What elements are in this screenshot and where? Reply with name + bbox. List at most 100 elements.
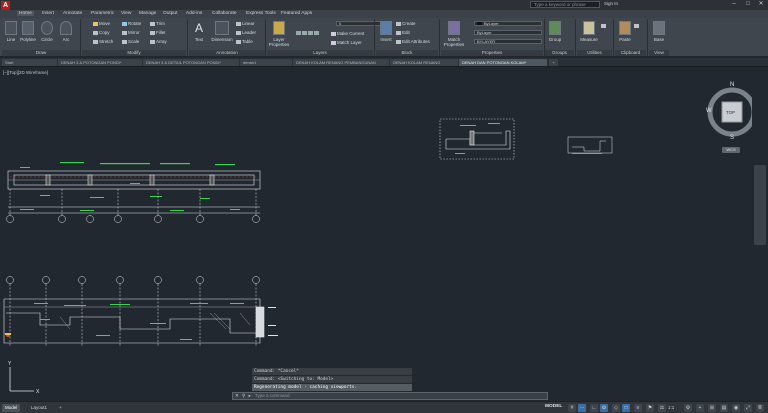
tab-insert[interactable]: Insert [42,11,54,16]
fillet-button[interactable]: Fillet [150,30,166,35]
file-tab[interactable]: DENAH KOLAM RENANG [390,59,458,66]
make-current-button[interactable]: Make Current [331,31,364,36]
wcs-menu[interactable]: WCS [722,147,740,153]
snap-icon[interactable]: ⋯ [578,404,586,412]
layer-off-icon[interactable] [296,30,301,35]
match-layer-button[interactable]: Match Layer [331,40,362,45]
leader-button[interactable]: Leader [236,30,256,35]
move-button[interactable]: Move [93,21,110,26]
grid-icon[interactable]: # [568,404,576,412]
file-tab-active[interactable]: DENAH DAN POTONGAN KOLAM* [459,59,547,66]
match-properties-button[interactable]: Match Properties [442,20,466,47]
new-tab-button[interactable]: + [549,59,558,66]
tab-add-ins[interactable]: Add-ins [186,11,202,16]
tab-home[interactable]: Home [17,11,34,16]
mirror-button[interactable]: Mirror [122,30,140,35]
lineweight-dropdown[interactable]: BYLAYER [474,39,542,44]
tab-model[interactable]: Model [2,404,21,412]
tab-featured-apps[interactable]: Featured Apps [281,11,312,16]
add-icon[interactable]: + [696,404,704,412]
minimize-icon[interactable]: – [728,0,740,9]
tab-express-tools[interactable]: Express Tools [246,11,276,16]
copy-clip-icon[interactable] [634,23,640,28]
clipboard-panel-label[interactable]: Clipboard [615,50,646,56]
properties-panel-label[interactable]: Properties [441,50,543,56]
tab-manage[interactable]: Manage [139,11,156,16]
tab-annotate[interactable]: Annotate [63,11,82,16]
paste-button[interactable]: Paste [616,20,634,42]
close-icon[interactable]: ✕ [755,0,767,9]
fullscreen-icon[interactable]: ⤢ [744,404,752,412]
text-button[interactable]: A Text [190,20,208,42]
tab-output[interactable]: Output [163,11,177,16]
units-icon[interactable]: ⊞ [708,404,716,412]
compass-west[interactable]: W [706,108,712,114]
annotation-scale-value[interactable]: 1:1 [668,405,674,410]
osnap-icon[interactable]: □ [622,404,630,412]
customize-menu-icon[interactable]: ≣ [756,404,764,412]
linear-button[interactable]: Linear [236,21,255,26]
file-tab[interactable]: DENAH KOLAM RENANG PEMBANGUNAN [293,59,389,66]
arc-button[interactable]: Arc [57,20,75,42]
color-dropdown[interactable]: ByLayer [474,21,542,26]
annotation-visibility-icon[interactable]: ⚑ [646,404,654,412]
polyline-button[interactable]: Polyline [19,20,37,42]
isolate-objects-icon[interactable]: ◉ [732,404,740,412]
quick-properties-icon[interactable]: ▤ [720,404,728,412]
customize-icon[interactable]: ⚲ [242,393,245,398]
add-layout-button[interactable]: + [56,404,65,412]
search-input[interactable]: Type a keyword or phrase [530,1,600,8]
tab-collaborate[interactable]: Collaborate [212,11,237,16]
layer-freeze-icon[interactable] [308,30,313,35]
polar-icon[interactable]: ⊙ [600,404,608,412]
file-tab[interactable]: DENAH 3 & DETAIL POTONGAN PONDI* [143,59,239,66]
block-panel-label[interactable]: Block [376,50,438,56]
array-button[interactable]: Array [150,39,167,44]
copy-button[interactable]: Copy [93,30,110,35]
draw-panel-label[interactable]: Draw [2,50,80,56]
dimension-button[interactable]: Dimension [210,20,234,42]
recent-commands-icon[interactable]: ▸ [249,393,251,398]
utilities-panel-label[interactable]: Utilities [577,50,612,56]
close-command-icon[interactable]: ✕ [235,393,239,398]
app-menu-button[interactable]: A [1,1,10,10]
navigation-bar[interactable] [754,165,766,245]
model-space-toggle[interactable]: MODEL [545,404,562,409]
circle-button[interactable]: Circle [38,20,56,42]
sign-in-link[interactable]: Sign In [604,1,618,6]
isodraft-icon[interactable]: ◇ [612,404,620,412]
annotation-scale-icon[interactable]: ⚖ [658,404,666,412]
compass-north[interactable]: N [730,82,734,88]
layer-lock-icon[interactable] [314,30,319,35]
tab-view[interactable]: View [121,11,131,16]
compass-south[interactable]: S [730,135,734,141]
stretch-button[interactable]: Stretch [93,39,113,44]
layer-isolate-icon[interactable] [302,30,307,35]
calculator-icon[interactable] [601,23,607,28]
workspace-icon[interactable]: ⚙ [684,404,692,412]
group-button[interactable]: Group [546,20,564,42]
line-button[interactable]: Line [2,20,20,42]
viewcube-face[interactable]: TOP [726,110,735,115]
tab-layout1[interactable]: Layout1 [28,404,50,412]
create-block-button[interactable]: Create [396,21,416,26]
measure-button[interactable]: Measure [578,20,600,42]
layers-panel-label[interactable]: Layers [267,50,373,56]
table-button[interactable]: Table [236,39,253,44]
edit-block-button[interactable]: Edit [396,30,410,35]
layer-properties-button[interactable]: Layer Properties [268,20,290,47]
command-input[interactable]: ✕ ⚲ ▸ Type a command [232,392,548,400]
ortho-icon[interactable]: ∟ [590,404,598,412]
trim-button[interactable]: Trim [150,21,165,26]
linetype-dropdown[interactable]: ByLayer [474,30,542,35]
view-panel-label[interactable]: View [649,50,669,56]
modify-panel-label[interactable]: Modify [82,50,186,56]
edit-attributes-button[interactable]: Edit Attributes [396,39,430,44]
maximize-icon[interactable]: □ [742,0,754,9]
groups-panel-label[interactable]: Groups [545,50,574,56]
viewport-controls[interactable]: [–][Top][2D Wireframe] [3,70,48,75]
scale-button[interactable]: Scale [122,39,139,44]
rotate-button[interactable]: Rotate [122,21,141,26]
tab-parametric[interactable]: Parametric [91,11,114,16]
file-tab[interactable]: denah1 [240,59,292,66]
